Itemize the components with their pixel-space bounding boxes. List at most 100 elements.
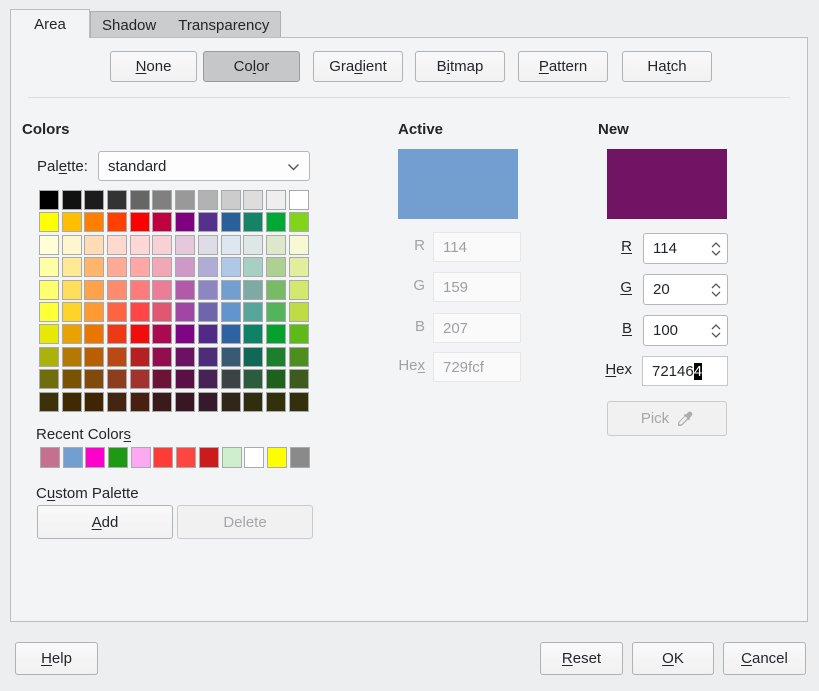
color-swatch[interactable] (84, 280, 104, 300)
tab-area[interactable]: Area (10, 9, 90, 38)
color-swatch[interactable] (152, 257, 172, 277)
color-swatch[interactable] (107, 302, 127, 322)
color-swatch[interactable] (107, 235, 127, 255)
color-swatch[interactable] (130, 302, 150, 322)
fill-none-button[interactable]: None (110, 51, 197, 82)
cancel-button[interactable]: Cancel (723, 642, 806, 675)
color-swatch[interactable] (266, 280, 286, 300)
color-swatch[interactable] (39, 392, 59, 412)
color-swatch[interactable] (175, 190, 195, 210)
color-swatch[interactable] (152, 347, 172, 367)
color-swatch[interactable] (84, 235, 104, 255)
color-swatch[interactable] (290, 447, 310, 468)
tab-shadow[interactable]: Shadow (91, 17, 167, 34)
color-swatch[interactable] (39, 324, 59, 344)
color-swatch[interactable] (198, 302, 218, 322)
color-swatch[interactable] (130, 280, 150, 300)
color-swatch[interactable] (39, 190, 59, 210)
color-swatch[interactable] (175, 212, 195, 232)
color-swatch[interactable] (289, 369, 309, 389)
color-swatch[interactable] (266, 212, 286, 232)
color-swatch[interactable] (130, 324, 150, 344)
color-swatch[interactable] (243, 369, 263, 389)
fill-pattern-button[interactable]: Pattern (518, 51, 608, 82)
color-swatch[interactable] (266, 190, 286, 210)
color-swatch[interactable] (107, 280, 127, 300)
color-swatch[interactable] (289, 302, 309, 322)
color-swatch[interactable] (152, 212, 172, 232)
color-swatch[interactable] (289, 190, 309, 210)
reset-button[interactable]: Reset (540, 642, 623, 675)
color-swatch[interactable] (176, 447, 196, 468)
color-swatch[interactable] (221, 257, 241, 277)
color-swatch[interactable] (62, 392, 82, 412)
color-swatch[interactable] (62, 324, 82, 344)
color-swatch[interactable] (266, 302, 286, 322)
new-hex-input[interactable]: 721464 (642, 356, 728, 386)
color-swatch[interactable] (62, 347, 82, 367)
color-swatch[interactable] (289, 280, 309, 300)
color-swatch[interactable] (267, 447, 287, 468)
help-button[interactable]: Help (15, 642, 98, 675)
color-swatch[interactable] (107, 347, 127, 367)
color-swatch[interactable] (244, 447, 264, 468)
color-swatch[interactable] (175, 392, 195, 412)
spin-up-icon[interactable] (711, 324, 721, 330)
color-swatch[interactable] (198, 257, 218, 277)
color-swatch[interactable] (84, 302, 104, 322)
color-swatch[interactable] (84, 324, 104, 344)
color-swatch[interactable] (243, 235, 263, 255)
color-swatch[interactable] (289, 392, 309, 412)
new-g-spinner[interactable]: 20 (643, 274, 728, 305)
color-swatch[interactable] (243, 190, 263, 210)
color-swatch[interactable] (243, 302, 263, 322)
color-swatch[interactable] (130, 212, 150, 232)
color-swatch[interactable] (198, 280, 218, 300)
color-swatch[interactable] (175, 302, 195, 322)
color-swatch[interactable] (243, 212, 263, 232)
color-swatch[interactable] (198, 212, 218, 232)
color-swatch[interactable] (84, 369, 104, 389)
color-swatch[interactable] (152, 324, 172, 344)
color-swatch[interactable] (153, 447, 173, 468)
color-swatch[interactable] (221, 369, 241, 389)
fill-bitmap-button[interactable]: Bitmap (415, 51, 505, 82)
color-swatch[interactable] (39, 235, 59, 255)
new-b-spinner[interactable]: 100 (643, 315, 728, 346)
spin-up-icon[interactable] (711, 242, 721, 248)
color-swatch[interactable] (243, 347, 263, 367)
color-swatch[interactable] (107, 257, 127, 277)
color-swatch[interactable] (198, 369, 218, 389)
color-swatch[interactable] (221, 324, 241, 344)
color-swatch[interactable] (152, 190, 172, 210)
color-swatch[interactable] (266, 324, 286, 344)
color-swatch[interactable] (107, 190, 127, 210)
color-swatch[interactable] (152, 235, 172, 255)
color-swatch[interactable] (39, 369, 59, 389)
color-swatch[interactable] (152, 280, 172, 300)
color-swatch[interactable] (221, 302, 241, 322)
color-swatch[interactable] (62, 235, 82, 255)
color-swatch[interactable] (63, 447, 83, 468)
tab-transparency[interactable]: Transparency (167, 17, 280, 34)
color-swatch[interactable] (62, 369, 82, 389)
color-swatch[interactable] (198, 347, 218, 367)
color-swatch[interactable] (175, 235, 195, 255)
color-swatch[interactable] (62, 257, 82, 277)
color-swatch[interactable] (130, 190, 150, 210)
color-swatch[interactable] (266, 369, 286, 389)
color-swatch[interactable] (62, 280, 82, 300)
color-swatch[interactable] (62, 190, 82, 210)
color-swatch[interactable] (289, 235, 309, 255)
color-swatch[interactable] (266, 235, 286, 255)
color-swatch[interactable] (198, 235, 218, 255)
fill-color-button[interactable]: Color (203, 51, 300, 82)
color-swatch[interactable] (107, 369, 127, 389)
color-swatch[interactable] (39, 257, 59, 277)
color-swatch[interactable] (175, 347, 195, 367)
color-swatch[interactable] (39, 347, 59, 367)
color-swatch[interactable] (84, 212, 104, 232)
color-swatch[interactable] (84, 392, 104, 412)
color-swatch[interactable] (84, 347, 104, 367)
color-swatch[interactable] (221, 347, 241, 367)
